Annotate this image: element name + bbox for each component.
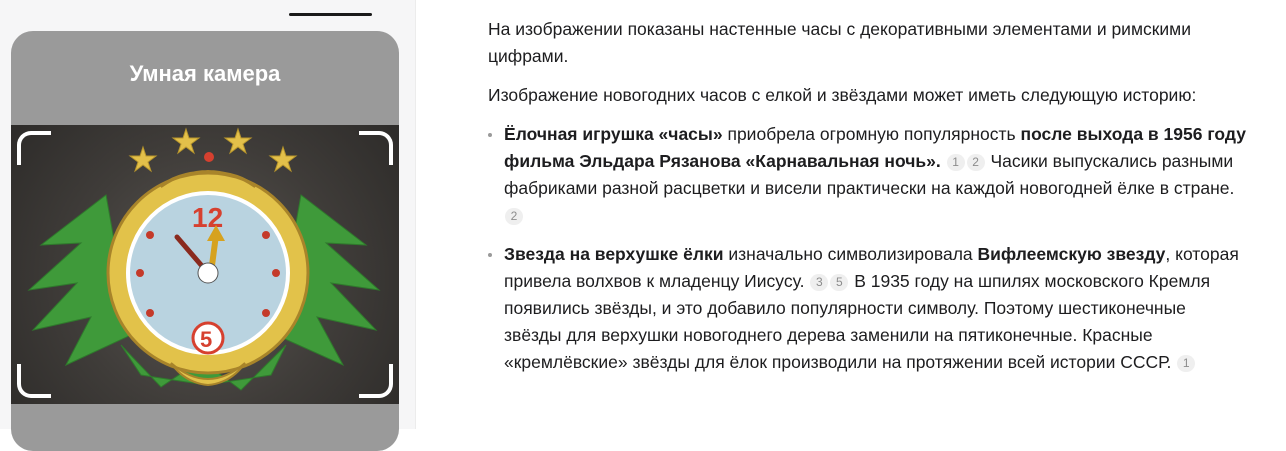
red-bead [204, 152, 214, 162]
item-bold-text: Вифлеемскую звезду [977, 244, 1166, 264]
hour-dot [146, 309, 154, 317]
bullet-icon [488, 253, 492, 257]
hour-dot [262, 231, 270, 239]
pane-divider [415, 0, 416, 429]
star-icon [128, 145, 158, 173]
clock-ornament-image: 12 5 [27, 127, 381, 391]
item-bold-text: Звезда на верхушке ёлки [504, 244, 724, 264]
smart-camera-card[interactable]: Умная камера 12 5 [11, 31, 399, 451]
hour-dot [146, 231, 154, 239]
viewfinder-corner-bottom-left [17, 364, 51, 398]
star-icon [223, 127, 253, 155]
citation-link[interactable]: 1 [946, 154, 965, 171]
numeral-12: 12 [192, 202, 223, 233]
citation-link[interactable]: 2 [966, 154, 985, 171]
answer-content: На изображении показаны настенные часы с… [488, 16, 1248, 388]
clock-center-cap [197, 262, 219, 284]
viewfinder-corner-bottom-right [359, 364, 393, 398]
intro-paragraph: На изображении показаны настенные часы с… [488, 19, 1191, 66]
list-item: Ёлочная игрушка «часы» приобрела огромну… [488, 121, 1248, 229]
citation-link[interactable]: 3 [810, 274, 829, 291]
smart-camera-title: Умная камера [129, 61, 281, 86]
bullet-icon [488, 133, 492, 137]
citation-link[interactable]: 2 [505, 208, 523, 225]
camera-photo: 12 5 [11, 125, 399, 404]
item-bold-text: Ёлочная игрушка «часы» [504, 124, 723, 144]
item-text: изначально символизировала [723, 244, 978, 264]
hour-dot [262, 309, 270, 317]
viewfinder-corner-top-left [17, 131, 51, 165]
citation-link[interactable]: 5 [830, 274, 849, 291]
item-text: приобрела огромную популярность [722, 124, 1021, 144]
history-list: Ёлочная игрушка «часы» приобрела огромну… [488, 121, 1248, 376]
list-item: Звезда на верхушке ёлки изначально симво… [488, 241, 1248, 376]
hour-dot [136, 269, 144, 277]
star-icon [171, 127, 201, 155]
viewfinder-corner-top-right [359, 131, 393, 165]
star-icon [268, 145, 298, 173]
lead-paragraph: Изображение новогодних часов с елкой и з… [488, 85, 1197, 105]
citation-link[interactable]: 1 [1177, 355, 1196, 372]
hour-dot [272, 269, 280, 277]
numeral-6: 5 [200, 327, 212, 352]
